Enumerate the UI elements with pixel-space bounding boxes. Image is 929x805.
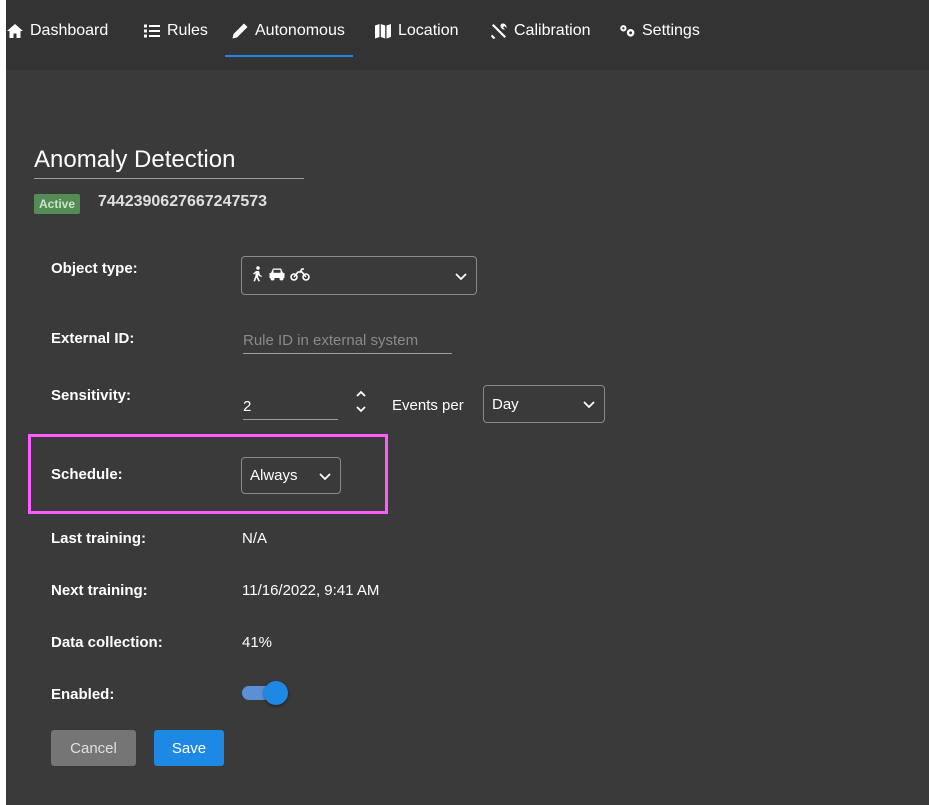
tab-location[interactable]: Location xyxy=(374,22,459,52)
object-type-select[interactable] xyxy=(241,256,477,295)
top-nav: Dashboard Rules Autonomous Location Cali… xyxy=(6,0,929,70)
next-training-value: 11/16/2022, 9:41 AM xyxy=(242,582,380,599)
toggle-knob xyxy=(264,681,288,705)
external-id-input[interactable]: Rule ID in external system xyxy=(243,332,452,354)
rule-id: 7442390627667247573 xyxy=(98,193,268,210)
app-window: Dashboard Rules Autonomous Location Cali… xyxy=(6,0,929,805)
motorcycle-icon xyxy=(290,267,310,285)
save-button[interactable]: Save xyxy=(154,730,224,766)
data-collection-label: Data collection: xyxy=(51,634,163,651)
schedule-label: Schedule: xyxy=(51,466,123,483)
gears-icon xyxy=(618,22,636,40)
list-icon xyxy=(143,22,161,40)
tab-label: Rules xyxy=(167,22,208,39)
tools-icon xyxy=(490,22,508,40)
period-select[interactable]: Day xyxy=(483,385,605,423)
tab-label: Autonomous xyxy=(255,22,345,39)
period-value: Day xyxy=(492,395,519,413)
home-icon xyxy=(6,22,24,40)
next-training-label: Next training: xyxy=(51,582,148,599)
external-id-label: External ID: xyxy=(51,330,135,347)
enabled-label: Enabled: xyxy=(51,686,115,703)
data-collection-value: 41% xyxy=(242,634,273,651)
sensitivity-input[interactable]: 2 xyxy=(243,398,338,420)
tab-label: Settings xyxy=(642,22,700,39)
last-training-value: N/A xyxy=(242,530,268,547)
tab-label: Dashboard xyxy=(30,22,109,39)
events-per-label: Events per xyxy=(392,397,464,414)
tab-calibration[interactable]: Calibration xyxy=(490,22,590,52)
stepper-arrows-icon xyxy=(356,390,366,413)
tab-dashboard[interactable]: Dashboard xyxy=(6,22,108,52)
object-type-label: Object type: xyxy=(51,260,138,277)
chevron-down-icon xyxy=(454,269,468,283)
enabled-toggle[interactable] xyxy=(240,679,292,707)
walking-person-icon xyxy=(250,265,264,286)
cancel-button[interactable]: Cancel xyxy=(51,730,136,766)
object-type-icons xyxy=(250,265,310,286)
tab-settings[interactable]: Settings xyxy=(618,22,700,52)
tab-label: Location xyxy=(398,22,459,39)
schedule-select[interactable]: Always xyxy=(241,457,341,494)
status-badge: Active xyxy=(34,194,81,214)
tab-label: Calibration xyxy=(514,22,591,39)
last-training-label: Last training: xyxy=(51,530,147,547)
sensitivity-label: Sensitivity: xyxy=(51,387,132,404)
schedule-value: Always xyxy=(250,467,298,484)
pen-icon xyxy=(231,22,249,40)
map-icon xyxy=(374,22,392,40)
chevron-down-icon xyxy=(582,397,596,411)
tab-rules[interactable]: Rules xyxy=(143,22,208,52)
sensitivity-stepper[interactable] xyxy=(354,387,368,417)
car-icon xyxy=(268,267,286,285)
tab-autonomous[interactable]: Autonomous xyxy=(225,22,353,57)
chevron-down-icon xyxy=(318,469,332,483)
rule-title[interactable]: Anomaly Detection xyxy=(34,146,304,179)
